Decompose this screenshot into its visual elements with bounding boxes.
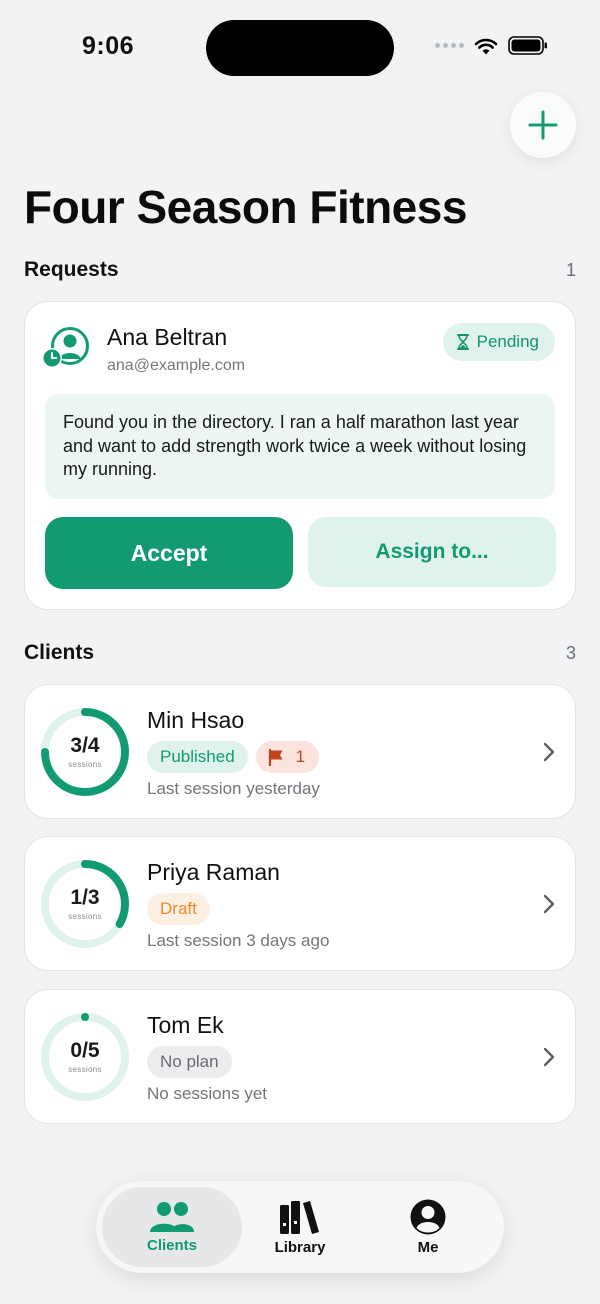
cellular-signal-icon bbox=[435, 43, 464, 48]
request-message: Found you in the directory. I ran a half… bbox=[45, 394, 555, 499]
flag-badge: 1 bbox=[255, 741, 320, 773]
wifi-icon bbox=[474, 38, 498, 54]
clients-title: Clients bbox=[24, 641, 95, 664]
chevron-right-icon bbox=[543, 894, 555, 914]
tab-library[interactable]: Library bbox=[250, 1187, 350, 1267]
sessions-count: 0/5 bbox=[70, 1039, 100, 1062]
sessions-count: 3/4 bbox=[70, 734, 100, 757]
client-badges: Published 1 bbox=[147, 741, 320, 773]
sessions-unit: sessions bbox=[68, 760, 102, 769]
last-session: Last session 3 days ago bbox=[147, 931, 330, 950]
client-badges: Draft bbox=[147, 893, 210, 925]
chevron-right-icon bbox=[543, 1047, 555, 1067]
client-card[interactable]: 3/4 sessions Min Hsao Published 1 Last s… bbox=[24, 684, 576, 819]
dynamic-island bbox=[206, 20, 394, 76]
client-name: Priya Raman bbox=[147, 859, 280, 885]
status-time: 9:06 bbox=[82, 32, 135, 60]
plan-status-badge: Published bbox=[147, 741, 248, 773]
sessions-unit: sessions bbox=[68, 1065, 102, 1074]
tab-label: Me bbox=[417, 1238, 439, 1256]
request-card: Ana Beltran ana@example.com Pending Foun… bbox=[24, 301, 576, 610]
tab-label: Clients bbox=[146, 1236, 197, 1254]
last-session: No sessions yet bbox=[147, 1084, 267, 1103]
client-card[interactable]: 1/3 sessions Priya Raman Draft Last sess… bbox=[24, 836, 576, 971]
hourglass-icon bbox=[456, 334, 469, 350]
person-clock-icon bbox=[42, 327, 89, 368]
requests-title: Requests bbox=[24, 258, 119, 281]
status-badge: Pending bbox=[442, 323, 555, 361]
status-badge-label: Pending bbox=[476, 332, 539, 351]
add-client-button[interactable] bbox=[510, 92, 576, 158]
tab-clients[interactable]: Clients bbox=[102, 1187, 242, 1267]
client-name: Min Hsao bbox=[147, 707, 245, 733]
chevron-right-icon bbox=[543, 742, 555, 762]
tab-bar: Clients Library Me bbox=[96, 1181, 504, 1273]
tab-me[interactable]: Me bbox=[378, 1187, 478, 1267]
client-name: Tom Ek bbox=[147, 1012, 224, 1038]
books-icon bbox=[280, 1200, 319, 1234]
clients-count: 3 bbox=[565, 643, 576, 663]
request-email: ana@example.com bbox=[107, 357, 246, 374]
person-circle-icon bbox=[410, 1199, 446, 1234]
status-bar: 9:06 bbox=[0, 0, 600, 96]
flag-icon bbox=[268, 748, 283, 766]
client-badges: No plan bbox=[147, 1046, 232, 1078]
plus-icon bbox=[528, 110, 558, 140]
clients-section-header: Clients 3 bbox=[24, 641, 576, 665]
requests-count: 1 bbox=[565, 260, 576, 280]
accept-button[interactable]: Accept bbox=[45, 517, 293, 589]
client-card[interactable]: 0/5 sessions Tom Ek No plan No sessions … bbox=[24, 989, 576, 1124]
battery-icon bbox=[508, 36, 547, 55]
tab-label: Library bbox=[274, 1238, 326, 1256]
sessions-count: 1/3 bbox=[70, 886, 100, 909]
plan-status-badge: Draft bbox=[147, 893, 210, 925]
requests-section-header: Requests 1 bbox=[24, 258, 576, 282]
people-icon bbox=[150, 1201, 194, 1232]
status-icons bbox=[435, 36, 548, 55]
last-session: Last session yesterday bbox=[147, 779, 320, 798]
flag-count: 1 bbox=[295, 747, 306, 766]
page-title: Four Season Fitness bbox=[24, 181, 467, 233]
sessions-unit: sessions bbox=[68, 912, 102, 921]
assign-to-button[interactable]: Assign to... bbox=[308, 517, 556, 587]
request-name: Ana Beltran bbox=[107, 324, 228, 350]
plan-status-badge: No plan bbox=[147, 1046, 232, 1078]
